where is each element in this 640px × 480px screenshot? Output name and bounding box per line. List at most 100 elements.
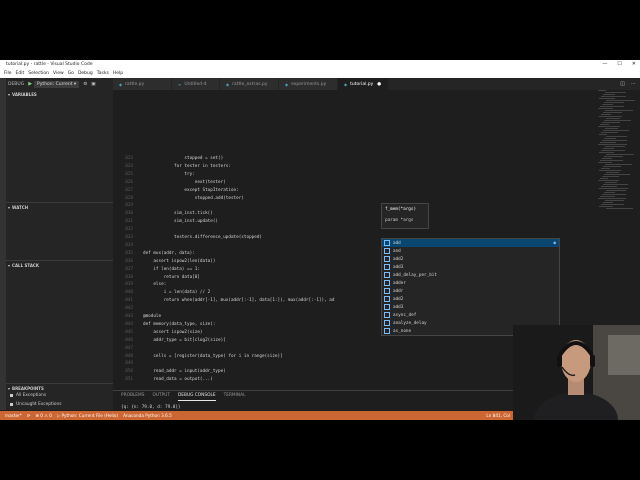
minimap-line — [604, 102, 624, 103]
suggestion-item[interactable]: add3 — [382, 303, 559, 311]
menu-tasks[interactable]: Tasks — [97, 71, 109, 76]
info-icon[interactable]: ● — [553, 241, 556, 246]
breakpoints-section[interactable]: ▾ BREAKPOINTS — [6, 383, 113, 392]
watch-section[interactable]: ▾ WATCH — [6, 202, 113, 211]
cursor-position[interactable]: Ln 841, Col — [486, 413, 510, 418]
line-number: 845 — [125, 329, 133, 335]
suggestion-item[interactable]: add2 — [382, 295, 559, 303]
code-line[interactable]: assert ispow2(len(data)) — [143, 259, 215, 264]
line-number: 847 — [125, 345, 133, 351]
tab-untitled[interactable]: ≡ Untitled-4 — [172, 78, 219, 90]
debug-config-select[interactable]: Python: Current ▾ — [34, 80, 80, 88]
code-line[interactable]: def mux(addr, data): — [143, 251, 195, 256]
code-line[interactable]: next(tester) — [143, 180, 226, 185]
suggestion-item[interactable]: addr — [382, 287, 559, 295]
line-number: 834 — [125, 242, 133, 248]
code-line[interactable]: return when(addr[-1], mux(addr[:-1], dat… — [143, 298, 335, 303]
code-line[interactable]: read_addr = input(addr_type) — [143, 369, 225, 374]
menu-selection[interactable]: Selection — [28, 71, 49, 76]
code-line[interactable]: for tester in testers: — [143, 164, 231, 169]
code-line[interactable]: assert ispow2(size) — [143, 330, 202, 335]
code-line[interactable]: try: — [143, 172, 194, 177]
gear-icon[interactable]: ⚙ — [83, 82, 87, 87]
breakpoint-item[interactable]: All Exceptions — [10, 393, 46, 398]
breakpoint-label: All Exceptions — [16, 393, 47, 398]
sync-icon[interactable]: ⟳ — [27, 413, 31, 418]
minimap-line — [599, 206, 613, 207]
variables-section[interactable]: ▾ VARIABLES — [6, 90, 113, 98]
python-interpreter[interactable]: Anaconda Python 3.6.5 — [123, 413, 172, 418]
code-line[interactable]: def memory(data_type, size): — [143, 322, 215, 327]
code-line[interactable]: read_data = output(...) — [143, 377, 213, 382]
menu-go[interactable]: Go — [68, 71, 74, 76]
split-editor-icon[interactable]: ◫ — [620, 81, 625, 87]
minimap-line — [605, 110, 633, 111]
line-number: 840 — [125, 290, 133, 296]
suggestion-item[interactable]: and — [382, 247, 559, 255]
minimap-line — [602, 194, 626, 195]
symbol-icon — [384, 328, 390, 334]
code-line[interactable]: cells = [register(data_type) for i in ra… — [143, 354, 282, 359]
symbol-icon — [384, 256, 390, 262]
code-line[interactable]: addr_type = bit[clog2(size)] — [143, 338, 225, 343]
minimap-line — [605, 92, 626, 93]
code-line[interactable]: i = len(data) // 2 — [143, 290, 211, 295]
minimap-line — [602, 158, 612, 159]
checkbox[interactable] — [10, 394, 13, 397]
menu-view[interactable]: View — [53, 71, 64, 76]
minimap-line — [600, 196, 615, 197]
menu-file[interactable]: File — [4, 71, 12, 76]
suggestion-item[interactable]: adder — [382, 279, 559, 287]
start-debugging-icon[interactable]: ▶ — [28, 81, 32, 87]
tab-experiments[interactable]: ◆ experiments.py — [279, 78, 337, 90]
chevron-down-icon: ▾ — [8, 204, 11, 210]
tab-problems[interactable]: PROBLEMS — [121, 391, 144, 401]
debug-config-status[interactable]: ▷ Python: Current File (Hello) — [57, 413, 118, 418]
menu-edit[interactable]: Edit — [16, 71, 25, 76]
minimap-line — [602, 140, 627, 141]
code-line[interactable]: testers.difference_update(stopped) — [143, 235, 262, 240]
suggestion-item[interactable]: async_def — [382, 311, 559, 319]
tab-debug-console[interactable]: DEBUG CONSOLE — [177, 391, 216, 401]
git-branch[interactable]: master* — [5, 413, 22, 418]
minimize-icon[interactable]: — — [602, 60, 607, 68]
minimap-line — [603, 148, 614, 149]
line-number: 832 — [125, 227, 133, 233]
minimap-line — [600, 178, 608, 179]
suggestion-item[interactable]: add3 — [382, 263, 559, 271]
maximize-icon[interactable]: ☐ — [617, 60, 621, 68]
code-line[interactable]: if len(data) == 1: — [143, 267, 200, 272]
code-line[interactable]: stopped.add(tester) — [143, 196, 244, 201]
suggestion-item[interactable]: add ● — [382, 239, 559, 247]
code-line[interactable]: sim_inst.tick() — [143, 211, 213, 216]
checkbox[interactable] — [10, 403, 13, 406]
minimap-line — [601, 150, 625, 151]
tab-tutorial[interactable]: ◆ tutorial.py ● — [338, 78, 388, 90]
code-line[interactable]: @module — [143, 314, 161, 319]
line-number: 827 — [125, 187, 133, 193]
close-icon[interactable]: ✕ — [632, 60, 636, 68]
minimap-line — [601, 186, 617, 187]
more-icon[interactable]: ⋯ — [631, 81, 636, 87]
tab-rattle[interactable]: ◆ rattle.py — [113, 78, 171, 90]
suggestion-item[interactable]: add2 — [382, 255, 559, 263]
code-line[interactable]: except StopIteration: — [143, 188, 238, 193]
unsaved-dot-icon[interactable]: ● — [377, 82, 381, 87]
suggestion-item[interactable]: add_delay_per_bit — [382, 271, 559, 279]
tab-rattle-extras[interactable]: ◆ rattle_extras.py — [220, 78, 278, 90]
code-line[interactable]: sim_inst.update() — [143, 219, 218, 224]
problems-count[interactable]: ⊗ 0 ⚠ 0 — [35, 413, 52, 418]
code-line[interactable]: stopped = set() — [143, 156, 223, 161]
console-icon[interactable]: ▣ — [91, 82, 95, 87]
code-line[interactable]: return data[0] — [143, 275, 200, 280]
menu-debug[interactable]: Debug — [78, 71, 93, 76]
code-line[interactable]: else: — [143, 282, 166, 287]
minimap[interactable] — [598, 90, 640, 210]
tab-terminal[interactable]: TERMINAL — [224, 391, 246, 401]
call-stack-section[interactable]: ▾ CALL STACK — [6, 260, 113, 269]
symbol-icon — [384, 312, 390, 318]
minimap-line — [599, 116, 622, 117]
menu-help[interactable]: Help — [113, 71, 123, 76]
tab-output[interactable]: OUTPUT — [152, 391, 170, 401]
breakpoint-item[interactable]: Uncaught Exceptions — [10, 402, 61, 407]
